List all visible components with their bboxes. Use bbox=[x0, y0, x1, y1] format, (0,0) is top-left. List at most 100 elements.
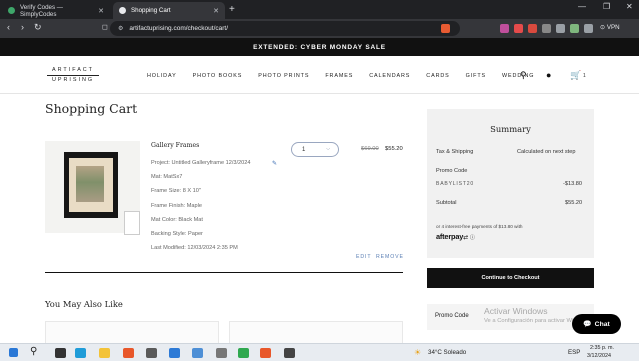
app-icon[interactable] bbox=[169, 348, 180, 358]
brave-icon[interactable] bbox=[123, 348, 134, 358]
page-title: Shopping Cart bbox=[45, 101, 138, 116]
continue-to-checkout-button[interactable]: Continue to Checkout bbox=[427, 268, 594, 288]
search-icon[interactable]: ⚲ bbox=[520, 70, 527, 81]
nav-gifts[interactable]: GIFTS bbox=[466, 73, 486, 79]
chat-label: Chat bbox=[594, 320, 610, 328]
promo-code-label: Promo Code bbox=[435, 313, 469, 319]
new-tab-icon[interactable]: + bbox=[229, 4, 235, 15]
edit-link[interactable]: EDIT bbox=[356, 254, 371, 260]
sale-price: $55.20 bbox=[385, 146, 403, 152]
close-tab-icon[interactable]: ✕ bbox=[98, 7, 104, 15]
wallet-icon[interactable] bbox=[584, 24, 593, 33]
back-icon[interactable]: ‹ bbox=[7, 22, 10, 32]
edge-icon[interactable] bbox=[75, 348, 86, 358]
shipping-label: Tax & Shipping bbox=[436, 149, 474, 155]
extension-icon[interactable] bbox=[514, 24, 523, 33]
weather-text[interactable]: 34°C Soleado bbox=[428, 349, 466, 356]
checkout-label: Continue to Checkout bbox=[481, 275, 540, 281]
backing-preview-image bbox=[124, 211, 140, 235]
minimize-icon[interactable]: — bbox=[578, 2, 586, 11]
quantity-value: 1 bbox=[302, 146, 306, 153]
banner-text: EXTENDED: CYBER MONDAY SALE bbox=[253, 43, 386, 51]
tab-shopping-cart[interactable]: Shopping Cart ✕ bbox=[113, 2, 225, 19]
sidebar-icon[interactable] bbox=[556, 24, 565, 33]
remove-link[interactable]: REMOVE bbox=[376, 254, 404, 260]
site-header: ARTIFACT UPRISING HOLIDAY PHOTO BOOKS PH… bbox=[0, 56, 639, 94]
item-detail: Mat: MatSx7 bbox=[151, 174, 183, 180]
nav-frames[interactable]: FRAMES bbox=[325, 73, 353, 79]
promo-banner[interactable]: EXTENDED: CYBER MONDAY SALE bbox=[0, 38, 639, 56]
tab-title: Verify Codes — SimplyCodes bbox=[20, 3, 63, 18]
afterpay-brand: afterpay bbox=[436, 232, 464, 241]
extension-icon[interactable] bbox=[500, 24, 509, 33]
address-bar[interactable]: ⚙ artifactuprising.com/checkout/cart/ bbox=[110, 21, 460, 36]
extensions-puzzle-icon[interactable] bbox=[542, 24, 551, 33]
app-icon[interactable] bbox=[284, 348, 295, 358]
cart-count: 1 bbox=[583, 73, 586, 79]
promo-label: Promo Code bbox=[436, 168, 468, 174]
divider bbox=[45, 272, 403, 273]
browser-chrome: Verify Codes — SimplyCodes ✕ Shopping Ca… bbox=[0, 0, 639, 38]
item-name: Gallery Frames bbox=[151, 142, 200, 149]
search-icon[interactable]: ⚲ bbox=[30, 346, 37, 357]
task-view-icon[interactable] bbox=[55, 348, 66, 358]
app-icon[interactable] bbox=[146, 348, 157, 358]
language-indicator[interactable]: ESP bbox=[568, 349, 580, 356]
clock-date[interactable]: 3/12/2024 bbox=[587, 353, 611, 359]
windows-start-icon[interactable] bbox=[9, 348, 18, 357]
edit-pencil-icon[interactable]: ✎ bbox=[272, 160, 277, 167]
tab-verify-codes[interactable]: Verify Codes — SimplyCodes ✕ bbox=[2, 2, 110, 19]
bookmark-icon[interactable]: ◻ bbox=[102, 23, 108, 31]
weather-icon: ☀ bbox=[414, 348, 422, 357]
vpn-label: VPN bbox=[606, 24, 620, 31]
file-explorer-icon[interactable] bbox=[99, 348, 110, 358]
site-info-icon[interactable]: ⚙ bbox=[118, 25, 123, 32]
windows-taskbar: ⚲ ☀ 34°C Soleado ESP 2:35 p. m. 3/12/202… bbox=[0, 343, 639, 361]
chrome-icon[interactable] bbox=[238, 348, 249, 358]
vpn-button[interactable]: ⊙ VPN bbox=[600, 24, 620, 31]
original-price: $69.00 bbox=[361, 146, 379, 152]
app-icon[interactable] bbox=[216, 348, 227, 358]
forward-icon[interactable]: › bbox=[21, 22, 24, 32]
main-nav: HOLIDAY PHOTO BOOKS PHOTO PRINTS FRAMES … bbox=[147, 73, 550, 79]
item-detail: Backing Style: Paper bbox=[151, 231, 203, 237]
tab-title: Shopping Cart bbox=[131, 7, 171, 14]
reload-icon[interactable]: ↻ bbox=[34, 22, 42, 33]
summary-title: Summary bbox=[490, 124, 531, 134]
browser-toolbar: ‹ › ↻ ◻ ⚙ artifactuprising.com/checkout/… bbox=[0, 19, 639, 38]
nav-holiday[interactable]: HOLIDAY bbox=[147, 73, 177, 79]
brave-shields-icon[interactable] bbox=[441, 24, 450, 33]
cart-icon[interactable]: 🛒 bbox=[570, 70, 581, 81]
nav-calendars[interactable]: CALENDARS bbox=[369, 73, 410, 79]
chat-bubble-icon: 💬 bbox=[583, 321, 592, 328]
nav-photo-books[interactable]: PHOTO BOOKS bbox=[193, 73, 243, 79]
quantity-select[interactable]: 1 ⌵ bbox=[291, 142, 339, 157]
chat-button[interactable]: 💬 Chat bbox=[572, 314, 621, 334]
maximize-icon[interactable]: ❐ bbox=[603, 2, 610, 11]
close-window-icon[interactable]: ✕ bbox=[626, 2, 633, 11]
account-icon[interactable]: ● bbox=[546, 70, 551, 80]
clock-time[interactable]: 2:35 p. m. bbox=[590, 345, 614, 351]
brave-icon[interactable] bbox=[260, 348, 271, 358]
shipping-value: Calculated on next step bbox=[517, 149, 576, 155]
logo-bottom: UPRISING bbox=[51, 76, 95, 83]
nav-photo-prints[interactable]: PHOTO PRINTS bbox=[258, 73, 309, 79]
extension-icon[interactable] bbox=[570, 24, 579, 33]
item-project: Project: Untitled Galleryframe 12/3/2024 bbox=[151, 160, 251, 166]
nav-wedding[interactable]: WEDDING bbox=[502, 73, 534, 79]
item-detail: Frame Finish: Maple bbox=[151, 203, 202, 209]
artifact-uprising-logo[interactable]: ARTIFACT UPRISING bbox=[47, 67, 99, 84]
promo-code: BABYLIST20 bbox=[436, 181, 475, 187]
tab-strip: Verify Codes — SimplyCodes ✕ Shopping Ca… bbox=[0, 0, 639, 19]
nav-cards[interactable]: CARDS bbox=[426, 73, 449, 79]
item-detail: Mat Color: Black Mat bbox=[151, 217, 203, 223]
windows-watermark: Activar Windows bbox=[484, 306, 548, 316]
info-icon[interactable]: ⓘ bbox=[470, 235, 475, 241]
globe-favicon-icon bbox=[119, 7, 126, 14]
afterpay-arrows-icon: ⇄ bbox=[463, 235, 468, 241]
app-icon[interactable] bbox=[192, 348, 203, 358]
item-detail: Last Modified: 12/03/2024 2:35 PM bbox=[151, 245, 238, 251]
extension-icon[interactable] bbox=[528, 24, 537, 33]
logo-top: ARTIFACT bbox=[52, 67, 94, 73]
close-tab-icon[interactable]: ✕ bbox=[213, 7, 219, 15]
